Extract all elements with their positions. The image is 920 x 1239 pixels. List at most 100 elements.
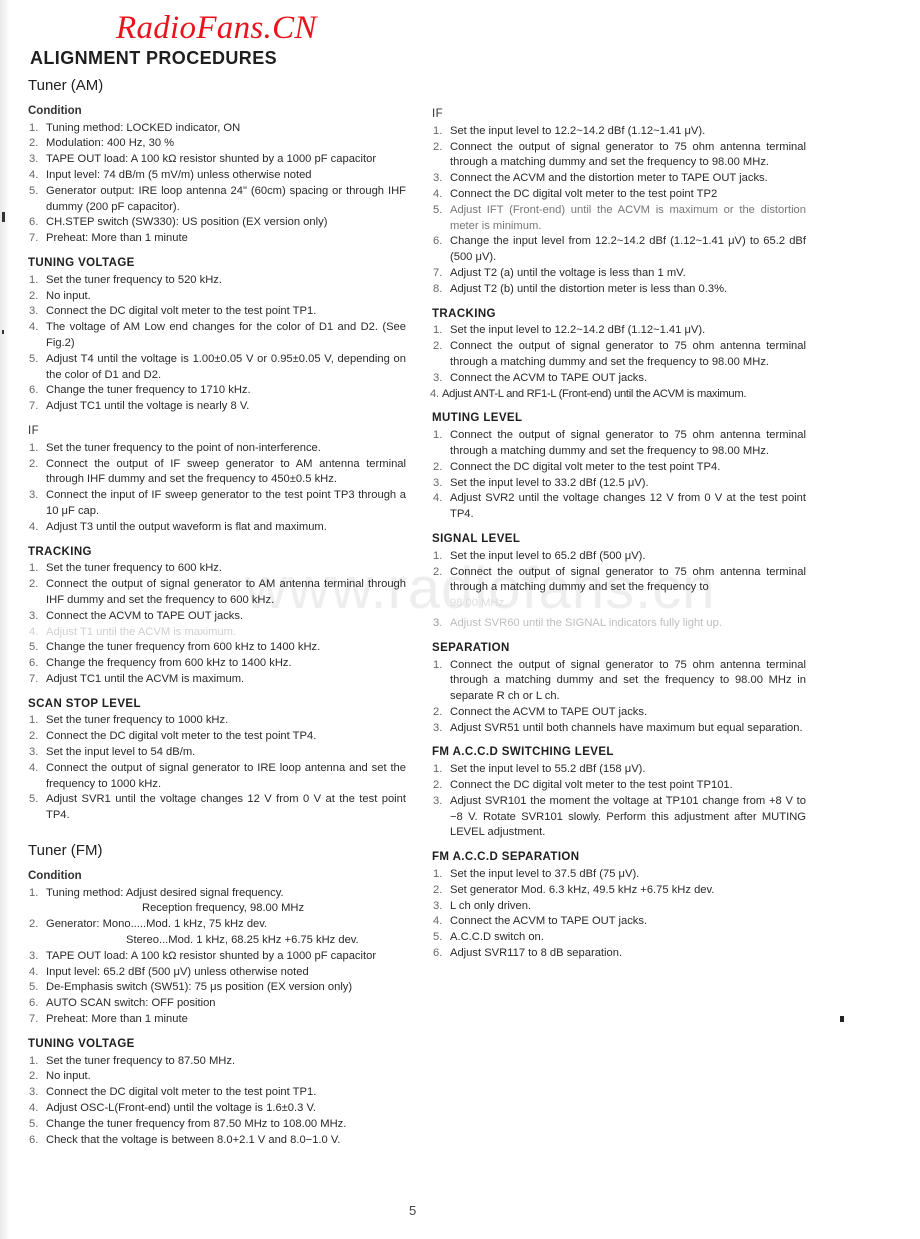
item-text: Change the tuner frequency from 87.50 MH…	[46, 1117, 347, 1130]
am-if-section: IF 1. Set the tuner frequency to the poin…	[26, 424, 406, 536]
list-item: 1. Set the input level to 37.5 dBf (75 μV…	[430, 867, 806, 883]
item-number: 5.	[29, 641, 39, 654]
item-text: No input.	[46, 1070, 91, 1083]
fm-accd-separation-section: FM A.C.C.D SEPARATION 1. Set the input le…	[430, 850, 806, 962]
fm-accd-separation-list: 1. Set the input level to 37.5 dBf (75 μV…	[430, 867, 806, 962]
section-title: FM A.C.C.D SWITCHING LEVEL	[432, 746, 614, 759]
section-title: Condition	[28, 104, 82, 117]
item-text: Connect the DC digital volt meter to the…	[46, 730, 317, 743]
list-item: 5. De-Emphasis switch (SW51): 75 μs posit…	[26, 980, 406, 996]
faded-text: 98.00 MHz.	[450, 597, 508, 610]
item-text: Set the tuner frequency to 600 kHz.	[46, 562, 222, 575]
item-text: Tuning method: Adjust desired signal fre…	[46, 886, 406, 918]
list-item: 2. Connect the DC digital volt meter to t…	[430, 778, 806, 794]
item-text: L ch only driven.	[450, 899, 532, 912]
item-number: 1.	[29, 121, 39, 134]
item-number: 1.	[433, 429, 443, 442]
item-number: 4.	[29, 761, 39, 774]
item-number: 2.	[29, 289, 39, 302]
item-text: Adjust IFT (Front-end) until the ACVM is…	[450, 203, 806, 232]
list-item: 4. Connect the DC digital volt meter to t…	[430, 187, 806, 203]
list-item: 2. No input.	[26, 289, 406, 305]
list-item: 3. Connect the DC digital volt meter to t…	[26, 304, 406, 320]
list-item: 3. Connect the DC digital volt meter to t…	[26, 1085, 406, 1101]
list-item: 3. Connect the ACVM to TAPE OUT jacks.	[430, 371, 806, 387]
list-item: 2. No input.	[26, 1069, 406, 1085]
am-tuning-voltage-section: TUNING VOLTAGE 1. Set the tuner frequency…	[26, 256, 406, 415]
fm-accd-switching-list: 1. Set the input level to 55.2 dBf (158 μ…	[430, 762, 806, 841]
am-scan-stop-list: 1. Set the tuner frequency to 1000 kHz. 2…	[26, 713, 406, 824]
fm-tuning-voltage-section: TUNING VOLTAGE 1. Set the tuner frequency…	[26, 1037, 406, 1149]
fm-separation-section: SEPARATION 1. Connect the output of signa…	[430, 641, 806, 737]
fm-condition-list: 1. Tuning method: Adjust desired signal f…	[26, 886, 406, 1028]
item-number: 1.	[29, 562, 39, 575]
item-text: Set the tuner frequency to 87.50 MHz.	[46, 1054, 236, 1067]
list-item: 7. Adjust T2 (a) until the voltage is les…	[430, 266, 806, 282]
fm-muting-level-section: MUTING LEVEL 1. Connect the output of sig…	[430, 411, 806, 523]
item-number: 3.	[29, 949, 39, 962]
fm-if-section: IF 1. Set the input level to 12.2~14.2 dB…	[430, 107, 806, 298]
item-text: Adjust T3 until the output waveform is f…	[46, 520, 327, 533]
item-text: Adjust T4 until the voltage is 1.00±0.05…	[46, 352, 406, 381]
item-number: 4.	[29, 1102, 39, 1115]
item-text: Adjust SVR101 the moment the voltage at …	[450, 794, 806, 839]
list-item: 3. Connect the ACVM to TAPE OUT jacks.	[26, 609, 406, 625]
item-number: 2.	[433, 565, 443, 578]
item-text-line: Reception frequency, 98.00 MHz	[142, 902, 305, 915]
item-text: De-Emphasis switch (SW51): 75 μs positio…	[46, 981, 353, 994]
item-number: 3.	[433, 476, 443, 489]
fm-tracking-section: TRACKING 1. Set the input level to 12.2~1…	[430, 307, 806, 403]
list-item: 7. Preheat: More than 1 minute	[26, 1012, 406, 1028]
item-number: 4.	[29, 625, 39, 638]
item-text: Set the input level to 55.2 dBf (158 μV)…	[450, 763, 646, 776]
list-item: 6. Change the input level from 12.2~14.2 …	[430, 234, 806, 266]
list-item: 2. Generator: Mono.....Mod. 1 kHz, 75 kHz…	[26, 917, 406, 949]
fm-signal-level-section: SIGNAL LEVEL 1. Set the input level to 65…	[430, 532, 806, 632]
list-item: 5. Change the tuner frequency from 87.50 …	[26, 1117, 406, 1133]
item-text: The voltage of AM Low end changes for th…	[46, 321, 406, 349]
item-number: 3.	[29, 609, 39, 622]
list-item: 4. Connect the ACVM to TAPE OUT jacks.	[430, 914, 806, 930]
item-number: 5.	[29, 184, 39, 197]
item-text: Connect the DC digital volt meter to the…	[450, 187, 718, 200]
item-text: Adjust TC1 until the voltage is nearly 8…	[46, 400, 250, 413]
list-item-faded: 3. Adjust SVR60 until the SIGNAL indicato…	[430, 616, 806, 632]
am-if-list: 1. Set the tuner frequency to the point o…	[26, 441, 406, 536]
item-text: Connect the DC digital volt meter to the…	[450, 779, 733, 792]
list-item: 3. L ch only driven.	[430, 899, 806, 915]
site-logo: RadioFans.CN	[116, 10, 317, 46]
item-number: 4.	[29, 520, 39, 533]
item-number: 2.	[29, 137, 39, 150]
item-number: 2.	[433, 340, 443, 353]
right-column: IF 1. Set the input level to 12.2~14.2 dB…	[430, 107, 806, 971]
item-text-line: Tuning method: Adjust desired signal fre…	[46, 886, 284, 899]
item-text: Change the tuner frequency from 600 kHz …	[46, 641, 321, 654]
list-item: 4. Adjust T3 until the output waveform is…	[26, 520, 406, 536]
item-number: 2.	[433, 705, 443, 718]
item-text: Connect the output of signal generator t…	[450, 565, 806, 612]
list-item: 2. Connect the output of signal generator…	[430, 140, 806, 172]
item-text: Set the tuner frequency to 1000 kHz.	[46, 714, 229, 727]
list-item: 2. Connect the output of signal generator…	[430, 565, 806, 612]
section-title: TRACKING	[432, 307, 496, 320]
fm-tuning-voltage-list: 1. Set the tuner frequency to 87.50 MHz. …	[26, 1054, 406, 1149]
section-title: MUTING LEVEL	[432, 412, 523, 425]
item-text: Connect the output of signal generator t…	[450, 658, 806, 703]
item-text: Connect the output of signal generator t…	[450, 140, 806, 169]
item-number: 1.	[433, 763, 443, 776]
section-title: Condition	[28, 869, 82, 882]
item-number: 2.	[433, 140, 443, 153]
item-number: 4.	[430, 387, 439, 400]
list-item: 4. Adjust ANT-L and RF1-L (Front-end) unt…	[430, 387, 806, 403]
section-title: SIGNAL LEVEL	[432, 532, 521, 545]
item-number: 4.	[29, 321, 39, 334]
item-text-line: Generator: Mono.....Mod. 1 kHz, 75 kHz d…	[46, 918, 268, 931]
fm-if-list: 1. Set the input level to 12.2~14.2 dBf (…	[430, 124, 806, 298]
item-number: 6.	[29, 997, 39, 1010]
list-item: 5. Adjust T4 until the voltage is 1.00±0.…	[26, 352, 406, 384]
list-item: 7. Adjust TC1 until the voltage is nearly…	[26, 399, 406, 415]
item-text: Adjust SVR60 until the SIGNAL indicators…	[450, 616, 722, 629]
fm-accd-switching-level-section: FM A.C.C.D SWITCHING LEVEL 1. Set the inp…	[430, 745, 806, 841]
item-number: 6.	[29, 384, 39, 397]
item-number: 3.	[29, 153, 39, 166]
